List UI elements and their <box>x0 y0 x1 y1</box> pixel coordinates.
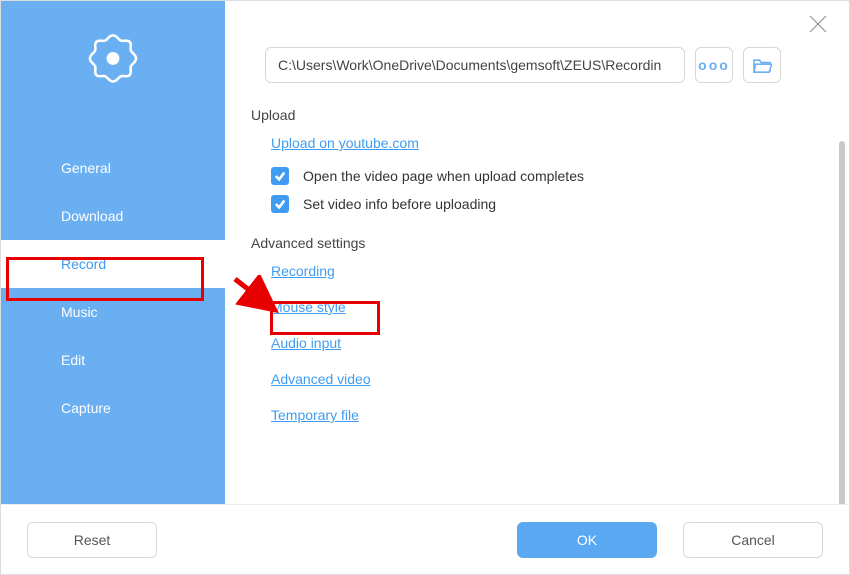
advanced-title: Advanced settings <box>251 235 819 251</box>
dialog-body: General Download Record Music Edit Captu… <box>1 1 849 504</box>
sidebar-item-label: Music <box>61 304 98 320</box>
link-temporary-file[interactable]: Temporary file <box>271 407 819 423</box>
upload-youtube-link[interactable]: Upload on youtube.com <box>271 135 419 151</box>
sidebar-item-label: General <box>61 160 111 176</box>
path-row: ooo <box>265 47 819 83</box>
link-advanced-video[interactable]: Advanced video <box>271 371 819 387</box>
chk-set-info-row: Set video info before uploading <box>271 195 819 213</box>
advanced-links: Recording Mouse style Audio input Advanc… <box>271 263 819 423</box>
check-icon <box>274 170 286 182</box>
cancel-button[interactable]: Cancel <box>683 522 823 558</box>
sidebar-item-music[interactable]: Music <box>1 288 225 336</box>
ellipsis-icon: ooo <box>698 57 730 73</box>
link-audio-input[interactable]: Audio input <box>271 335 819 351</box>
sidebar-item-download[interactable]: Download <box>1 192 225 240</box>
chk-set-info[interactable] <box>271 195 289 213</box>
settings-window: General Download Record Music Edit Captu… <box>0 0 850 575</box>
chk-open-page-label: Open the video page when upload complete… <box>303 168 584 184</box>
ok-button[interactable]: OK <box>517 522 657 558</box>
gear-icon <box>81 29 145 96</box>
scrollbar[interactable] <box>839 141 845 504</box>
ok-label: OK <box>577 532 597 548</box>
cancel-label: Cancel <box>731 532 775 548</box>
chk-open-page[interactable] <box>271 167 289 185</box>
save-path-input[interactable] <box>265 47 685 83</box>
more-options-button[interactable]: ooo <box>695 47 733 83</box>
upload-title: Upload <box>251 107 819 123</box>
sidebar-nav: General Download Record Music Edit Captu… <box>1 144 225 432</box>
chk-set-info-label: Set video info before uploading <box>303 196 496 212</box>
advanced-section: Advanced settings Recording Mouse style … <box>247 235 819 423</box>
link-recording[interactable]: Recording <box>271 263 819 279</box>
sidebar-item-label: Edit <box>61 352 85 368</box>
reset-button[interactable]: Reset <box>27 522 157 558</box>
content-panel: ooo Upload Upload on youtube.com <box>225 1 849 504</box>
sidebar: General Download Record Music Edit Captu… <box>1 1 225 504</box>
sidebar-item-edit[interactable]: Edit <box>1 336 225 384</box>
check-icon <box>274 198 286 210</box>
upload-section: Upload Upload on youtube.com Open the vi… <box>247 107 819 213</box>
folder-open-icon <box>752 57 772 73</box>
footer: Reset OK Cancel <box>1 504 849 574</box>
reset-label: Reset <box>74 532 111 548</box>
sidebar-item-label: Download <box>61 208 123 224</box>
sidebar-item-capture[interactable]: Capture <box>1 384 225 432</box>
link-mouse-style[interactable]: Mouse style <box>271 299 819 315</box>
sidebar-item-label: Capture <box>61 400 111 416</box>
sidebar-item-record[interactable]: Record <box>1 240 225 288</box>
chk-open-page-row: Open the video page when upload complete… <box>271 167 819 185</box>
sidebar-item-label: Record <box>61 256 106 272</box>
sidebar-item-general[interactable]: General <box>1 144 225 192</box>
browse-folder-button[interactable] <box>743 47 781 83</box>
